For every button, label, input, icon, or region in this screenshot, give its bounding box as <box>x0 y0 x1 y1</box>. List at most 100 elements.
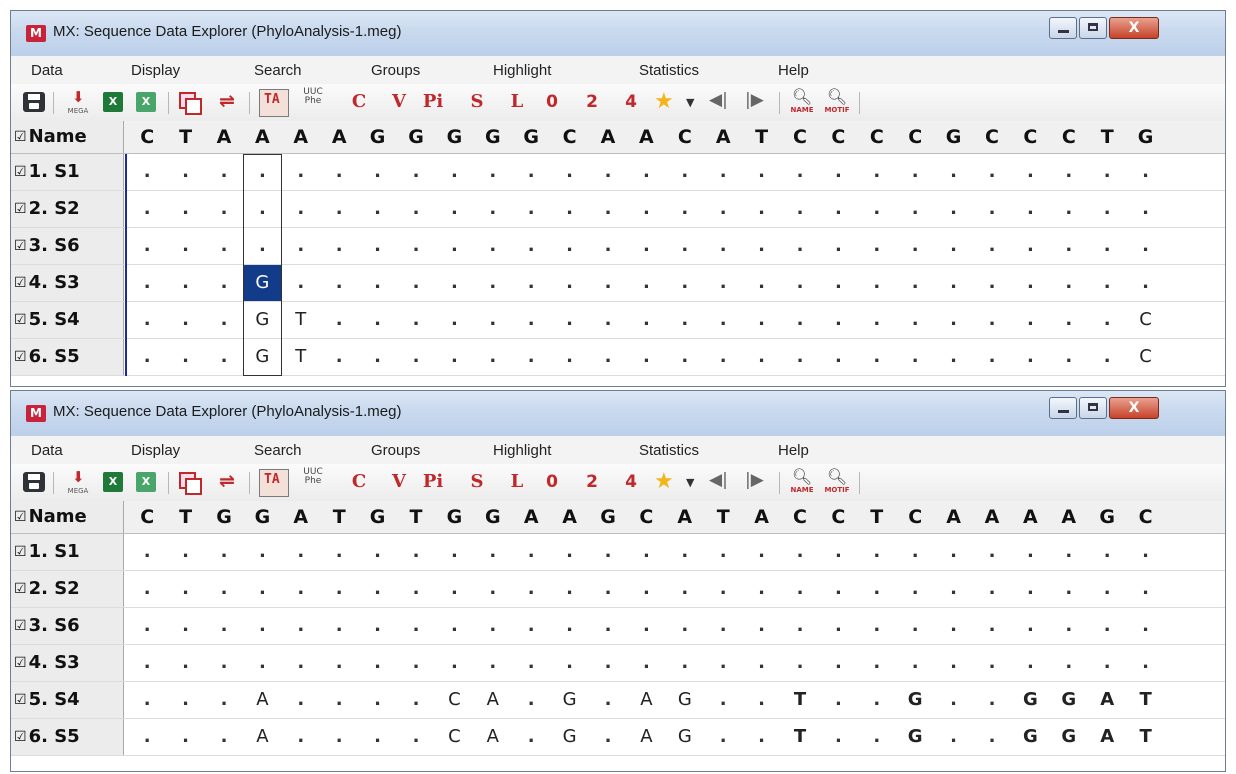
base-cell[interactable]: . <box>858 228 896 264</box>
checkbox-icon[interactable]: ☑ <box>14 501 27 533</box>
consensus-site[interactable]: C <box>781 121 819 153</box>
base-cell[interactable]: . <box>934 228 972 264</box>
base-cell[interactable]: . <box>589 339 627 375</box>
base-cell[interactable]: . <box>973 339 1011 375</box>
base-cell[interactable]: . <box>896 228 934 264</box>
base-cell[interactable]: . <box>896 265 934 301</box>
base-cell[interactable]: . <box>589 302 627 338</box>
consensus-site[interactable]: G <box>589 501 627 533</box>
base-cell[interactable]: . <box>781 571 819 607</box>
base-cell[interactable]: . <box>819 719 857 755</box>
base-cell[interactable]: . <box>1050 265 1088 301</box>
base-cell[interactable]: . <box>589 265 627 301</box>
highlight-s-button[interactable]: S <box>463 468 491 496</box>
base-cell[interactable]: . <box>243 534 281 570</box>
base-cell[interactable]: . <box>474 228 512 264</box>
base-cell[interactable]: . <box>474 645 512 681</box>
base-cell[interactable]: . <box>550 571 588 607</box>
base-cell[interactable]: . <box>1088 191 1126 227</box>
search-motif-button[interactable]: 🔍︎ MOTIF <box>822 88 852 118</box>
base-cell[interactable]: . <box>128 191 166 227</box>
base-cell[interactable]: . <box>128 571 166 607</box>
base-cell[interactable]: . <box>666 608 704 644</box>
base-cell[interactable]: . <box>166 608 204 644</box>
base-cell[interactable]: . <box>474 534 512 570</box>
base-cell[interactable]: . <box>973 645 1011 681</box>
base-cell[interactable]: . <box>1011 608 1049 644</box>
base-cell[interactable]: . <box>320 154 358 190</box>
base-cell[interactable]: . <box>934 339 972 375</box>
highlight-s-button[interactable]: S <box>463 88 491 116</box>
name-column-header[interactable]: ☑ Name <box>11 121 124 153</box>
sequence-name[interactable]: ☑ 6. S5 <box>11 339 124 375</box>
base-cell[interactable]: . <box>1050 608 1088 644</box>
base-cell[interactable]: . <box>934 191 972 227</box>
base-cell[interactable]: . <box>205 534 243 570</box>
base-cell[interactable]: . <box>205 608 243 644</box>
consensus-site[interactable]: A <box>589 121 627 153</box>
menu-search[interactable]: Search <box>254 62 302 79</box>
base-cell[interactable]: . <box>704 608 742 644</box>
base-cell[interactable]: . <box>282 719 320 755</box>
base-cell[interactable]: . <box>474 191 512 227</box>
base-cell[interactable]: . <box>973 154 1011 190</box>
base-cell[interactable]: . <box>512 339 550 375</box>
base-cell[interactable]: . <box>589 154 627 190</box>
base-cell[interactable]: . <box>973 265 1011 301</box>
base-cell[interactable]: . <box>781 534 819 570</box>
base-cell[interactable]: . <box>666 154 704 190</box>
base-cell[interactable]: . <box>1088 154 1126 190</box>
base-cell[interactable]: . <box>704 302 742 338</box>
base-cell[interactable]: . <box>435 302 473 338</box>
base-cell[interactable]: . <box>819 228 857 264</box>
menu-search[interactable]: Search <box>254 442 302 459</box>
menu-statistics[interactable]: Statistics <box>639 62 699 79</box>
base-cell[interactable]: . <box>896 302 934 338</box>
copy-icon[interactable] <box>179 92 202 115</box>
base-cell[interactable]: . <box>666 339 704 375</box>
base-cell[interactable]: G <box>1011 682 1049 718</box>
consensus-site[interactable]: G <box>474 501 512 533</box>
consensus-site[interactable]: A <box>973 501 1011 533</box>
highlight-4-fold-button[interactable]: 4 <box>620 88 642 116</box>
base-cell[interactable]: . <box>819 571 857 607</box>
highlight-pi-button[interactable]: Pi <box>419 88 447 116</box>
base-cell[interactable]: . <box>358 154 396 190</box>
consensus-site[interactable]: C <box>781 501 819 533</box>
highlight-l-button[interactable]: L <box>503 468 531 496</box>
base-cell[interactable]: . <box>704 154 742 190</box>
sequence-name[interactable]: ☑ 2. S2 <box>11 571 124 607</box>
base-cell[interactable]: . <box>474 154 512 190</box>
base-cell[interactable]: . <box>320 191 358 227</box>
consensus-site[interactable]: A <box>282 501 320 533</box>
consensus-site[interactable]: G <box>205 501 243 533</box>
close-button[interactable]: X <box>1109 397 1159 419</box>
base-cell[interactable]: T <box>282 339 320 375</box>
base-cell[interactable]: . <box>627 645 665 681</box>
base-cell[interactable]: . <box>1050 154 1088 190</box>
base-cell[interactable]: . <box>282 228 320 264</box>
base-cell[interactable]: . <box>973 228 1011 264</box>
base-cell[interactable]: . <box>858 339 896 375</box>
menu-highlight[interactable]: Highlight <box>493 62 551 79</box>
base-cell[interactable]: . <box>397 339 435 375</box>
consensus-site[interactable]: G <box>358 501 396 533</box>
base-cell[interactable]: . <box>1011 154 1049 190</box>
checkbox-icon[interactable]: ☑ <box>14 302 27 338</box>
csv-export-icon[interactable]: X <box>136 472 156 492</box>
base-cell[interactable]: . <box>358 265 396 301</box>
base-cell[interactable]: . <box>973 571 1011 607</box>
base-cell[interactable]: A <box>243 719 281 755</box>
base-cell[interactable]: . <box>704 534 742 570</box>
star-icon[interactable]: ★ <box>654 469 674 494</box>
base-cell[interactable]: . <box>358 719 396 755</box>
base-cell[interactable]: . <box>474 339 512 375</box>
base-cell[interactable]: . <box>358 645 396 681</box>
save-icon[interactable] <box>23 92 45 112</box>
consensus-site[interactable]: A <box>512 501 550 533</box>
consensus-site[interactable]: A <box>742 501 780 533</box>
base-cell[interactable]: . <box>205 719 243 755</box>
base-cell[interactable]: . <box>435 154 473 190</box>
base-cell[interactable]: . <box>896 571 934 607</box>
base-cell[interactable]: . <box>973 608 1011 644</box>
